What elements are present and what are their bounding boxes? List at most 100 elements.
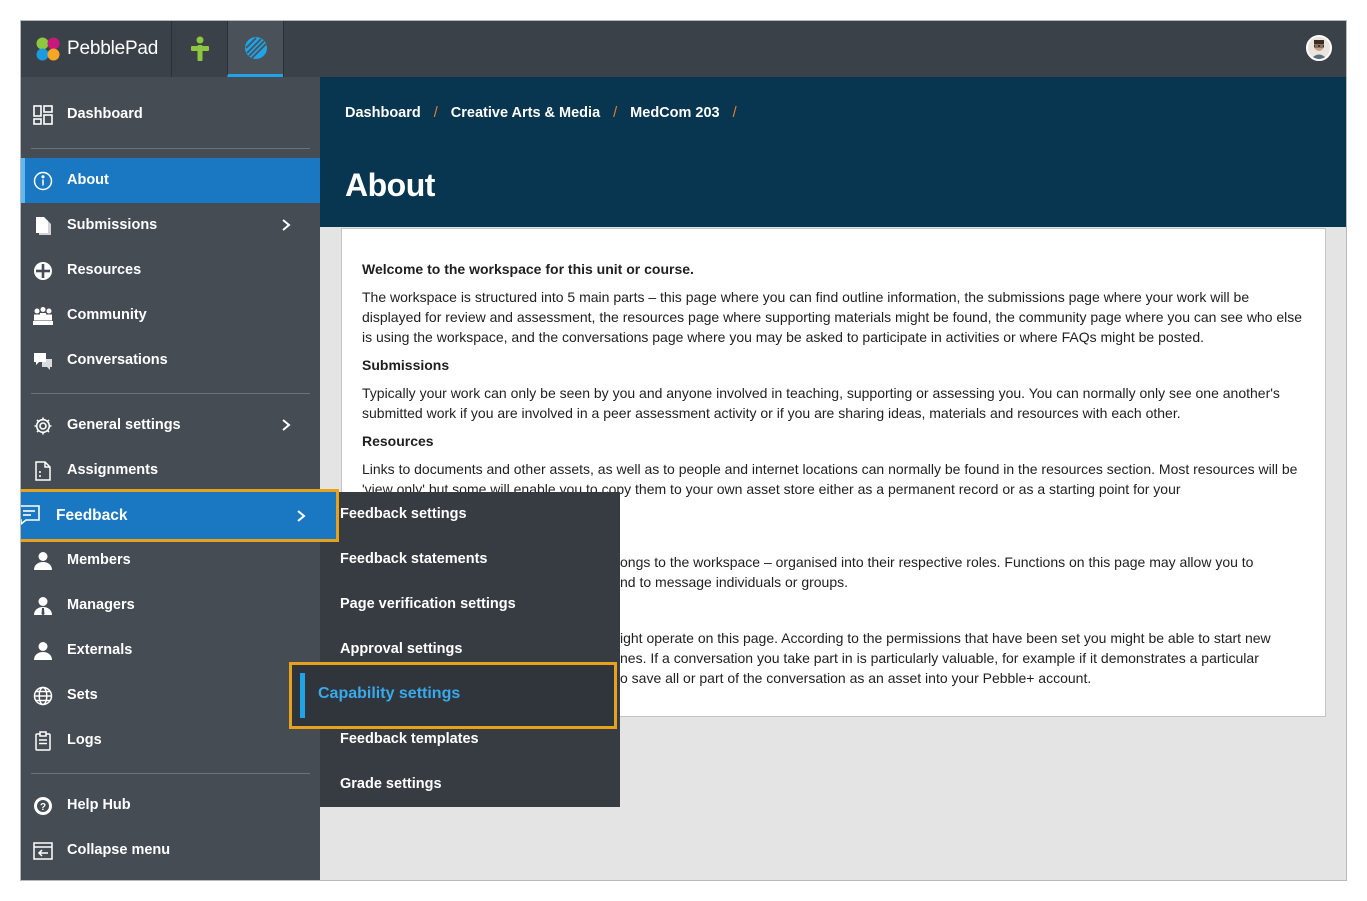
- intro-paragraph: The workspace is structured into 5 main …: [362, 289, 1303, 345]
- chevron-right-icon: [282, 219, 291, 231]
- chevron-right-icon: [282, 419, 291, 431]
- resources-icon: [32, 260, 54, 282]
- submenu-item-label: Feedback statements: [340, 551, 488, 567]
- sidebar: Dashboard About Submissions Resources Co…: [21, 77, 320, 880]
- submenu-item-label: Feedback templates: [340, 731, 479, 747]
- sidebar-item-about[interactable]: About: [21, 158, 320, 203]
- page-title: About: [345, 167, 435, 203]
- sidebar-item-label: Logs: [67, 732, 102, 748]
- help-icon: ?: [32, 795, 54, 817]
- assignment-icon: [32, 460, 54, 482]
- sidebar-item-label: Collapse menu: [67, 842, 171, 858]
- sidebar-item-label: Assignments: [67, 462, 159, 478]
- breadcrumb-separator: /: [732, 105, 737, 121]
- user-avatar[interactable]: [1306, 35, 1332, 61]
- submenu-item-label: Approval settings: [340, 641, 463, 657]
- user-avatar-icon: [1308, 37, 1330, 59]
- resources-heading: Resources: [362, 433, 434, 449]
- pebblepad-logo[interactable]: PebblePad: [21, 21, 171, 77]
- submissions-paragraph: Typically your work can only be seen by …: [362, 385, 1280, 421]
- page-header: Dashboard / Creative Arts & Media / MedC…: [320, 77, 1346, 227]
- app-window: PebblePad Dashboard About Submissions Re…: [20, 20, 1347, 881]
- sidebar-item-resources[interactable]: Resources: [21, 248, 320, 293]
- sidebar-item-label: Resources: [67, 262, 142, 278]
- community-paragraph: ongs to the workspace – organised into t…: [620, 552, 1310, 592]
- top-bar: PebblePad: [21, 21, 1346, 77]
- submenu-item-label: Page verification settings: [340, 596, 516, 612]
- selected-indicator: [300, 673, 305, 718]
- community-icon: [32, 305, 54, 327]
- svg-text:?: ?: [40, 802, 46, 813]
- sidebar-item-label: Externals: [67, 642, 133, 658]
- pebble-plus-button[interactable]: [171, 21, 227, 77]
- feedback-submenu: Feedback settings Feedback statements Pa…: [320, 492, 620, 807]
- submenu-item-capability-settings[interactable]: Capability settings: [289, 662, 617, 729]
- conversations-icon: [32, 350, 54, 372]
- app-name: PebblePad: [67, 38, 159, 59]
- clipboard-icon: [32, 730, 54, 752]
- sidebar-item-sets[interactable]: Sets: [21, 673, 320, 718]
- submenu-item-label: Feedback settings: [340, 506, 467, 522]
- submenu-item-label: Capability settings: [318, 685, 461, 702]
- submenu-item-label: Grade settings: [340, 776, 442, 792]
- sidebar-item-label: Submissions: [67, 217, 158, 233]
- info-icon: [32, 170, 54, 192]
- sidebar-item-assignments[interactable]: Assignments: [21, 448, 320, 493]
- sidebar-item-label: Managers: [67, 597, 135, 613]
- sidebar-item-managers[interactable]: Managers: [21, 583, 320, 628]
- sidebar-divider: [31, 773, 310, 774]
- collapse-menu-icon: [32, 840, 54, 862]
- sidebar-item-label: General settings: [67, 417, 181, 433]
- chevron-right-icon: [297, 510, 306, 522]
- conversations-line: nes. If a conversation you take part in …: [620, 650, 1259, 666]
- community-line: ongs to the workspace – organised into t…: [620, 554, 1254, 570]
- sidebar-item-collapse-menu[interactable]: Collapse menu: [21, 828, 320, 873]
- conversations-line: ight operate on this page. According to …: [620, 630, 1271, 646]
- breadcrumb-item-creative-arts[interactable]: Creative Arts & Media: [451, 105, 600, 121]
- sidebar-item-help-hub[interactable]: ? Help Hub: [21, 783, 320, 828]
- atlas-button[interactable]: [227, 21, 283, 77]
- community-line: nd to message individuals or groups.: [620, 574, 849, 590]
- sidebar-divider: [31, 393, 310, 394]
- submenu-item-feedback-settings[interactable]: Feedback settings: [320, 492, 620, 537]
- breadcrumb: Dashboard / Creative Arts & Media / MedC…: [345, 105, 750, 121]
- gear-icon: [32, 415, 54, 437]
- sidebar-item-community[interactable]: Community: [21, 293, 320, 338]
- conversations-line: o save all or part of the conversation a…: [620, 670, 1092, 686]
- manager-icon: [32, 595, 54, 617]
- sidebar-item-feedback[interactable]: Feedback: [21, 489, 339, 542]
- sidebar-item-members[interactable]: Members: [21, 538, 320, 583]
- atlas-icon: [244, 36, 267, 59]
- sidebar-item-label: Conversations: [67, 352, 168, 368]
- sidebar-divider: [31, 148, 310, 149]
- sidebar-item-label: Help Hub: [67, 797, 131, 813]
- breadcrumb-item-medcom[interactable]: MedCom 203: [630, 105, 719, 121]
- about-text: Welcome to the workspace for this unit o…: [362, 259, 1312, 507]
- submenu-item-grade-settings[interactable]: Grade settings: [320, 762, 620, 807]
- documents-icon: [32, 215, 54, 237]
- submissions-heading: Submissions: [362, 357, 450, 373]
- sidebar-item-logs[interactable]: Logs: [21, 718, 320, 763]
- sidebar-item-submissions[interactable]: Submissions: [21, 203, 320, 248]
- sidebar-item-general-settings[interactable]: General settings: [21, 403, 320, 448]
- external-user-icon: [32, 640, 54, 662]
- globe-icon: [32, 685, 54, 707]
- pebble-plus-icon: [190, 36, 209, 61]
- pebblepad-logo-icon: [36, 37, 60, 61]
- sidebar-item-externals[interactable]: Externals: [21, 628, 320, 673]
- breadcrumb-item-dashboard[interactable]: Dashboard: [345, 105, 421, 121]
- submenu-item-page-verification-settings[interactable]: Page verification settings: [320, 582, 620, 627]
- sidebar-item-label: Dashboard: [67, 106, 143, 122]
- sidebar-item-conversations[interactable]: Conversations: [21, 338, 320, 383]
- conversations-paragraph: ight operate on this page. According to …: [620, 628, 1310, 688]
- submenu-item-feedback-statements[interactable]: Feedback statements: [320, 537, 620, 582]
- top-bar-divider: [283, 21, 284, 77]
- breadcrumb-separator: /: [613, 105, 618, 121]
- breadcrumb-separator: /: [433, 105, 438, 121]
- user-icon: [32, 550, 54, 572]
- sidebar-item-dashboard[interactable]: Dashboard: [21, 92, 320, 137]
- dashboard-icon: [32, 104, 54, 126]
- sidebar-item-label: Sets: [67, 687, 98, 703]
- sidebar-item-label: Feedback: [56, 507, 128, 524]
- sidebar-item-label: About: [67, 172, 109, 188]
